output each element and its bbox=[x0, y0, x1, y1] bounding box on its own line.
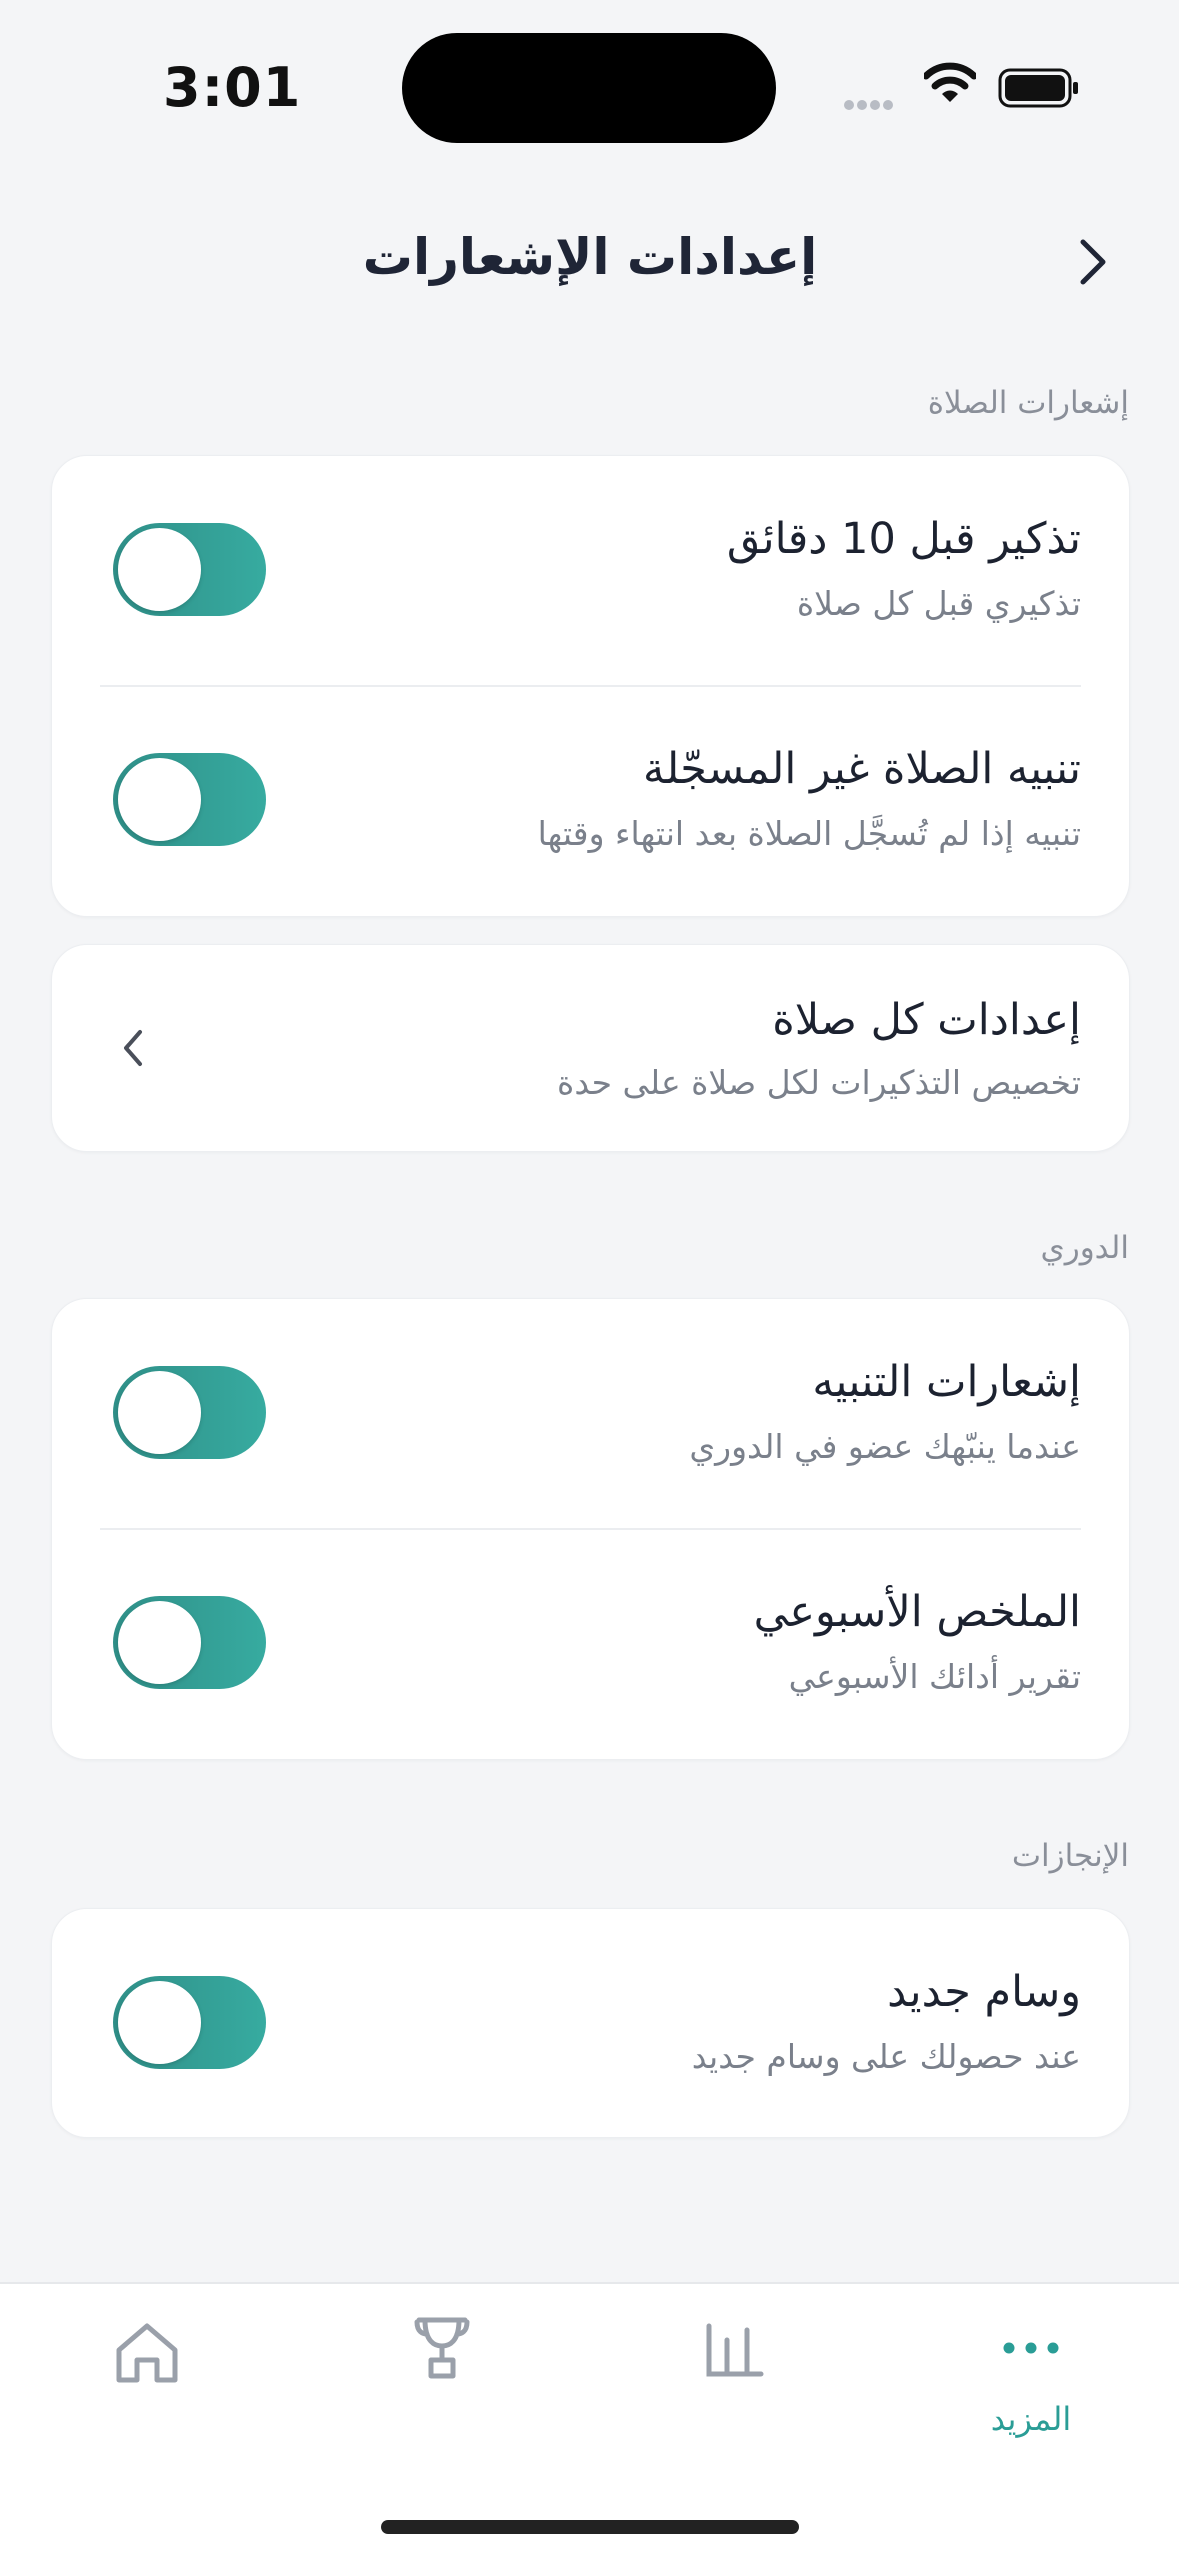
unlogged-prayer-toggle[interactable] bbox=[113, 753, 266, 846]
setting-title: الملخص الأسبوعي bbox=[753, 1587, 1081, 1637]
league-notifications-card: إشعارات التنبيه عندما ينبّهك عضو في الدو… bbox=[51, 1298, 1130, 1760]
reminder-toggle[interactable] bbox=[113, 523, 266, 616]
tab-home[interactable] bbox=[47, 2284, 247, 2484]
more-icon bbox=[1003, 2342, 1059, 2354]
setting-subtitle: تذكيري قبل كل صلاة bbox=[796, 584, 1081, 623]
stats-icon bbox=[706, 2323, 764, 2377]
achievements-notifications-card: وسام جديد عند حصولك على وسام جديد bbox=[51, 1908, 1130, 2138]
setting-subtitle: تقرير أدائك الأسبوعي bbox=[788, 1657, 1081, 1696]
toggle-knob bbox=[118, 1371, 201, 1454]
tab-more-label: المزيد bbox=[990, 2400, 1072, 2438]
setting-title: وسام جديد bbox=[887, 1967, 1081, 2017]
nudges-toggle[interactable] bbox=[113, 1366, 266, 1459]
toggle-knob bbox=[118, 1601, 201, 1684]
page-title: إعدادات الإشعارات bbox=[362, 228, 818, 286]
tab-trophy[interactable] bbox=[341, 2284, 541, 2484]
setting-row-nudges[interactable]: إشعارات التنبيه عندما ينبّهك عضو في الدو… bbox=[52, 1299, 1129, 1529]
section-label-league: الدوري bbox=[1040, 1230, 1129, 1266]
setting-row-weekly-summary[interactable]: الملخص الأسبوعي تقرير أدائك الأسبوعي bbox=[52, 1529, 1129, 1759]
weekly-summary-toggle[interactable] bbox=[113, 1596, 266, 1689]
setting-title: تذكير قبل 10 دقائق bbox=[726, 514, 1081, 564]
prayer-notifications-card: تذكير قبل 10 دقائق تذكيري قبل كل صلاة تن… bbox=[51, 455, 1130, 917]
chevron-left-icon bbox=[124, 1030, 142, 1066]
setting-row-new-badge[interactable]: وسام جديد عند حصولك على وسام جديد bbox=[52, 1909, 1129, 2137]
cellular-signal-icon bbox=[844, 95, 906, 110]
setting-row-unlogged-prayer[interactable]: تنبيه الصلاة غير المسجّلة تنبيه إذا لم ت… bbox=[52, 686, 1129, 916]
tab-more[interactable]: المزيد bbox=[931, 2284, 1131, 2484]
setting-title: إعدادات كل صلاة bbox=[772, 995, 1081, 1045]
tab-stats[interactable] bbox=[635, 2284, 835, 2484]
section-label-achievements: الإنجازات bbox=[1011, 1838, 1129, 1874]
setting-subtitle: تنبيه إذا لم تُسجَّل الصلاة بعد انتهاء و… bbox=[537, 814, 1081, 853]
wifi-icon bbox=[924, 62, 976, 102]
dynamic-island bbox=[402, 33, 776, 143]
per-prayer-settings-row[interactable]: إعدادات كل صلاة تخصيص التذكيرات لكل صلاة… bbox=[51, 944, 1130, 1152]
new-badge-toggle[interactable] bbox=[113, 1976, 266, 2069]
tab-bar: المزيد bbox=[0, 2282, 1179, 2558]
toggle-knob bbox=[118, 1981, 201, 2064]
trophy-icon bbox=[414, 2317, 470, 2379]
setting-row-reminder[interactable]: تذكير قبل 10 دقائق تذكيري قبل كل صلاة bbox=[52, 456, 1129, 686]
toggle-knob bbox=[118, 528, 201, 611]
setting-title: إشعارات التنبيه bbox=[812, 1357, 1081, 1407]
home-indicator bbox=[381, 2520, 799, 2534]
setting-subtitle: تخصيص التذكيرات لكل صلاة على حدة bbox=[557, 1063, 1081, 1102]
status-time: 3:01 bbox=[163, 56, 302, 119]
toggle-knob bbox=[118, 758, 201, 841]
setting-subtitle: عندما ينبّهك عضو في الدوري bbox=[689, 1427, 1081, 1466]
home-icon bbox=[116, 2323, 178, 2383]
setting-subtitle: عند حصولك على وسام جديد bbox=[691, 2037, 1081, 2076]
section-label-prayer: إشعارات الصلاة bbox=[927, 385, 1129, 421]
setting-title: تنبيه الصلاة غير المسجّلة bbox=[643, 744, 1081, 794]
back-button[interactable] bbox=[1075, 234, 1111, 290]
battery-icon bbox=[998, 68, 1078, 108]
